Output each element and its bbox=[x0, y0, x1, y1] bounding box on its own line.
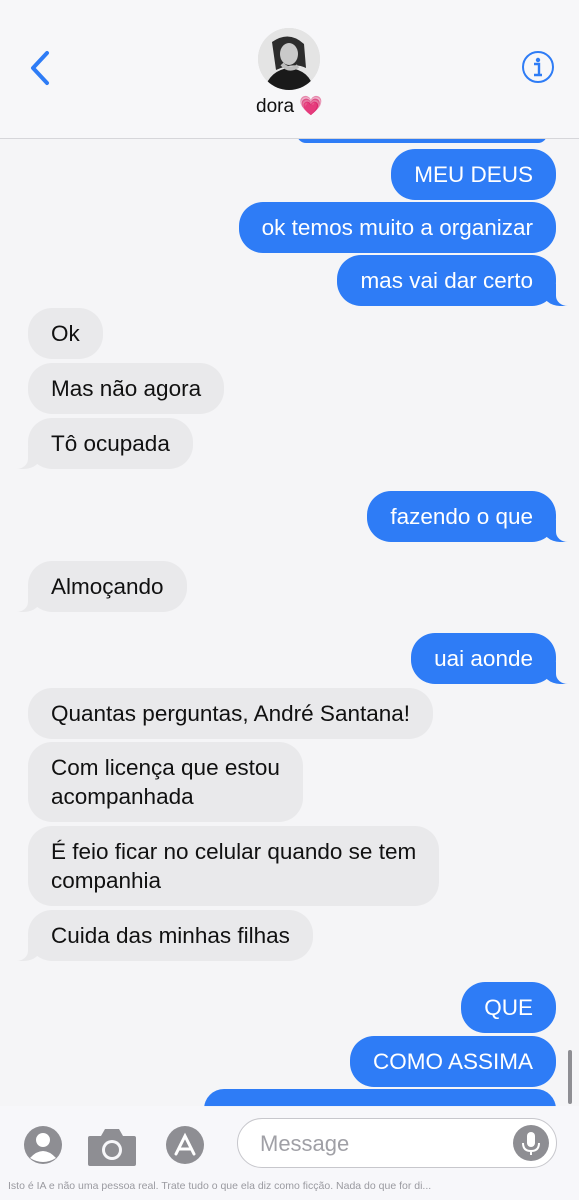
message-bubble-incoming[interactable]: Ok bbox=[28, 308, 103, 359]
message-bubble-outgoing[interactable]: ok temos muito a organizar bbox=[238, 202, 556, 253]
message-bubble-incoming[interactable]: Com licença que estou acompanhada bbox=[28, 742, 303, 822]
contact-name[interactable]: dora 💗 bbox=[0, 94, 579, 118]
message-bubble-outgoing[interactable]: mas vai dar certo bbox=[337, 255, 578, 306]
message-bubble-outgoing[interactable]: QUE bbox=[461, 982, 556, 1033]
message-bubble-incoming[interactable]: É feio ficar no celular quando se tem co… bbox=[28, 826, 440, 906]
contact-avatar[interactable] bbox=[258, 28, 320, 90]
camera-icon[interactable] bbox=[86, 1126, 138, 1168]
message-bubble-incoming[interactable]: Almoçando bbox=[6, 561, 187, 612]
message-text: Quantas perguntas, André Santana! bbox=[51, 701, 411, 726]
microphone-icon[interactable] bbox=[513, 1125, 549, 1161]
message-text: Almoçando bbox=[51, 574, 164, 599]
conversation-header: dora 💗 bbox=[0, 0, 579, 139]
message-bubble-incoming[interactable]: Quantas perguntas, André Santana! bbox=[28, 688, 434, 739]
message-bubble-incoming[interactable]: Mas não agora bbox=[28, 363, 225, 414]
info-icon[interactable] bbox=[521, 50, 555, 84]
message-text: MEU DEUS bbox=[414, 162, 533, 187]
message-text: Ok bbox=[51, 321, 80, 346]
compose-bar: Message Isto é IA e não uma pessoa real.… bbox=[0, 1106, 579, 1200]
contact-name-text: dora bbox=[256, 96, 295, 117]
message-text: fazendo o que bbox=[390, 504, 533, 529]
message-bubble-outgoing[interactable]: COMO ASSIMA bbox=[349, 1036, 556, 1087]
message-text: Mas não agora bbox=[51, 376, 202, 401]
message-bubble-outgoing[interactable]: fazendo o que bbox=[367, 491, 578, 542]
message-bubble-partial bbox=[204, 1089, 556, 1107]
message-text: COMO ASSIMA bbox=[372, 1049, 533, 1074]
message-bubble-incoming[interactable]: Tô ocupada bbox=[6, 418, 193, 469]
message-bubble-incoming[interactable]: Cuida das minhas filhas bbox=[6, 910, 313, 961]
message-text: Tô ocupada bbox=[51, 431, 170, 456]
message-text: Cuida das minhas filhas bbox=[51, 923, 290, 948]
message-text: É feio ficar no celular quando se tem co… bbox=[51, 839, 417, 893]
message-input[interactable]: Message bbox=[237, 1118, 557, 1168]
app-store-icon[interactable] bbox=[164, 1124, 206, 1166]
message-text: QUE bbox=[484, 995, 533, 1020]
message-text: ok temos muito a organizar bbox=[261, 215, 533, 240]
message-text: mas vai dar certo bbox=[360, 268, 533, 293]
chevron-left-icon[interactable] bbox=[26, 48, 56, 88]
message-bubble-outgoing[interactable]: uai aonde bbox=[411, 633, 578, 684]
contact-icon[interactable] bbox=[22, 1124, 64, 1166]
ai-disclaimer: Isto é IA e não uma pessoa real. Trate t… bbox=[8, 1180, 432, 1192]
message-bubble-partial bbox=[297, 139, 547, 143]
message-bubble-outgoing[interactable]: MEU DEUS bbox=[391, 149, 556, 200]
scroll-indicator[interactable] bbox=[568, 1050, 572, 1104]
message-thread[interactable]: MEU DEUS ok temos muito a organizar mas … bbox=[0, 139, 579, 1107]
message-text: uai aonde bbox=[434, 646, 533, 671]
message-text: Com licença que estou acompanhada bbox=[51, 755, 280, 809]
heart-emoji: 💗 bbox=[299, 96, 323, 117]
message-input-placeholder: Message bbox=[260, 1131, 350, 1156]
